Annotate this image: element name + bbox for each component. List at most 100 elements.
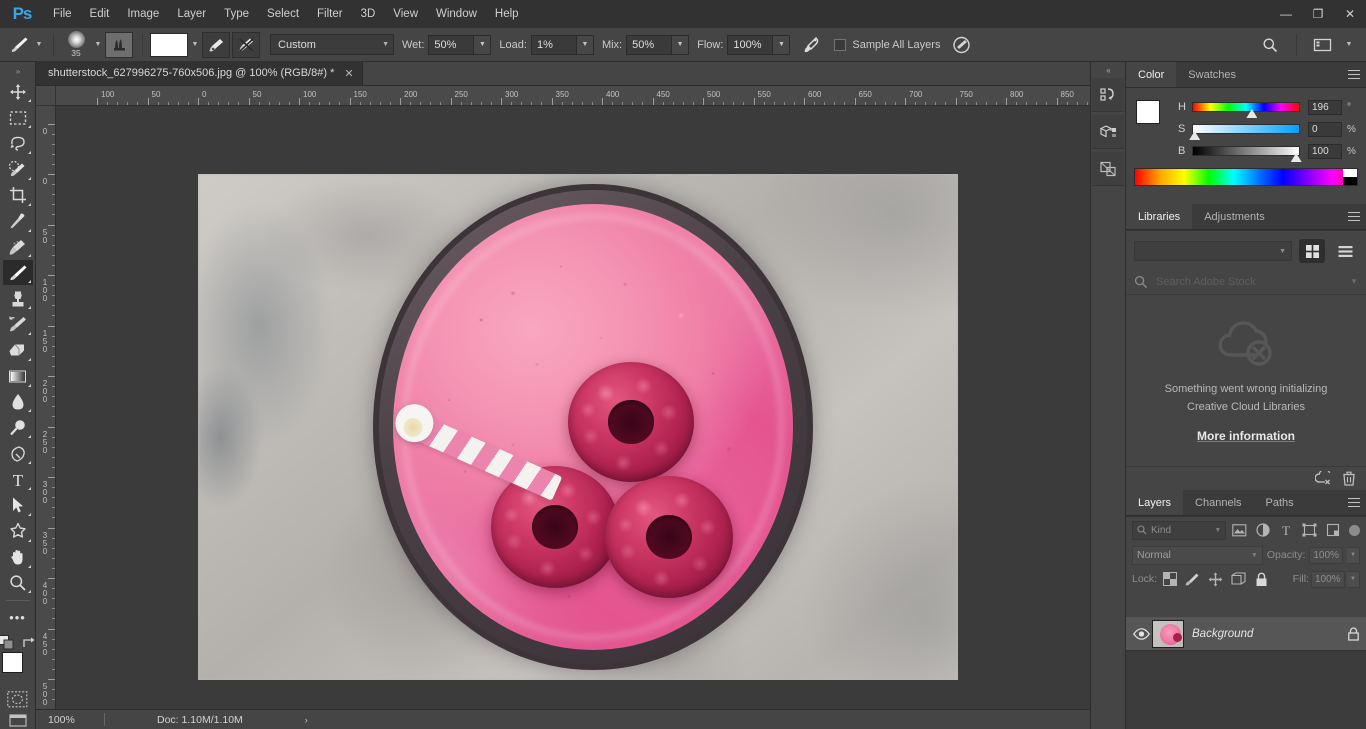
- load-swatch-caret[interactable]: ▼: [188, 34, 202, 56]
- move-tool[interactable]: [3, 79, 33, 104]
- image-viewport[interactable]: [56, 106, 1090, 709]
- toolbar-collapse-handle[interactable]: »: [7, 66, 29, 77]
- menu-layer[interactable]: Layer: [168, 0, 215, 28]
- type-filter-icon[interactable]: T: [1276, 520, 1298, 540]
- brush-settings-icon[interactable]: [105, 31, 133, 58]
- tab-swatches[interactable]: Swatches: [1176, 62, 1248, 87]
- hue-slider[interactable]: [1192, 102, 1300, 118]
- hue-value[interactable]: 196: [1308, 99, 1342, 115]
- more-tools-button[interactable]: •••: [3, 605, 33, 630]
- flow-field[interactable]: 100%: [727, 34, 774, 55]
- workspace-caret[interactable]: ▼: [1342, 34, 1356, 56]
- menu-3d[interactable]: 3D: [352, 0, 385, 28]
- opacity-stepper[interactable]: ▼: [1347, 546, 1360, 564]
- styles-panel-icon[interactable]: [1092, 152, 1124, 186]
- lock-all-icon[interactable]: [1251, 569, 1272, 589]
- lasso-tool[interactable]: [3, 131, 33, 156]
- sample-all-layers-row[interactable]: Sample All Layers: [834, 38, 940, 51]
- blur-tool[interactable]: [3, 390, 33, 415]
- brightness-slider[interactable]: [1192, 146, 1302, 162]
- status-expand-arrow[interactable]: ›: [305, 715, 308, 725]
- properties-panel-icon[interactable]: [1092, 115, 1124, 149]
- layer-locked-icon[interactable]: [1340, 626, 1366, 641]
- default-colors-icon[interactable]: [0, 635, 14, 650]
- fill-stepper[interactable]: ▼: [1347, 570, 1360, 588]
- flow-stepper[interactable]: ▼: [773, 34, 791, 55]
- hand-tool[interactable]: [3, 545, 33, 570]
- delete-icon[interactable]: [1342, 471, 1356, 486]
- layer-list[interactable]: Background: [1126, 617, 1366, 729]
- close-button[interactable]: ✕: [1334, 0, 1366, 28]
- menu-type[interactable]: Type: [215, 0, 258, 28]
- smart-object-filter-icon[interactable]: [1323, 520, 1345, 540]
- menu-edit[interactable]: Edit: [81, 0, 119, 28]
- document-image[interactable]: [198, 174, 958, 680]
- history-brush-tool[interactable]: [3, 312, 33, 337]
- menu-file[interactable]: File: [44, 0, 81, 28]
- grid-view-icon[interactable]: [1299, 239, 1325, 263]
- quick-mask-icon[interactable]: [7, 691, 29, 708]
- adobe-stock-search-input[interactable]: Search Adobe Stock: [1156, 276, 1342, 288]
- brush-size-preview[interactable]: 35: [61, 31, 91, 58]
- lock-artboard-icon[interactable]: [1228, 569, 1249, 589]
- shape-tool[interactable]: [3, 519, 33, 544]
- dodge-tool[interactable]: [3, 415, 33, 440]
- table-row[interactable]: Background: [1126, 617, 1366, 651]
- brightness-value[interactable]: 100: [1308, 143, 1342, 159]
- eyedropper-tool[interactable]: [3, 209, 33, 234]
- wet-stepper[interactable]: ▼: [474, 34, 492, 55]
- tab-color[interactable]: Color: [1126, 62, 1177, 87]
- ruler-corner[interactable]: [36, 86, 56, 106]
- tab-adjustments[interactable]: Adjustments: [1192, 204, 1277, 229]
- fill-field[interactable]: 100%: [1311, 570, 1345, 588]
- color-swatches[interactable]: [1, 652, 34, 685]
- zoom-tool[interactable]: [3, 571, 33, 596]
- tablet-pressure-icon[interactable]: [948, 33, 974, 57]
- opacity-field[interactable]: 100%: [1309, 546, 1344, 564]
- collapse-panels-icon[interactable]: «: [1090, 62, 1126, 78]
- pen-tool[interactable]: [3, 441, 33, 466]
- white-black-swatches[interactable]: [1343, 169, 1357, 185]
- airbrush-icon[interactable]: [798, 33, 824, 57]
- horizontal-ruler[interactable]: 100 50 0 50 100 150 200 250 300 350 400 450 500 550 60…: [56, 86, 1090, 106]
- tab-libraries[interactable]: Libraries: [1126, 204, 1193, 229]
- sync-error-icon[interactable]: [1315, 471, 1332, 486]
- crop-tool[interactable]: [3, 183, 33, 208]
- eraser-tool[interactable]: [3, 338, 33, 363]
- tab-channels[interactable]: Channels: [1183, 490, 1254, 515]
- adobe-stock-search-row[interactable]: Search Adobe Stock ▼: [1126, 269, 1366, 295]
- color-spectrum-bar[interactable]: [1134, 168, 1358, 186]
- brush-preset-caret[interactable]: ▼: [91, 34, 105, 56]
- menu-help[interactable]: Help: [486, 0, 528, 28]
- lock-transparent-pixels-icon[interactable]: [1159, 569, 1180, 589]
- menu-filter[interactable]: Filter: [308, 0, 352, 28]
- color-panel-swatches[interactable]: [1136, 100, 1170, 132]
- layer-name[interactable]: Background: [1192, 628, 1340, 640]
- tab-layers[interactable]: Layers: [1126, 490, 1184, 515]
- menu-select[interactable]: Select: [258, 0, 308, 28]
- layer-visibility-icon[interactable]: [1130, 627, 1152, 640]
- workspace-switcher-icon[interactable]: [1310, 33, 1336, 57]
- maximize-button[interactable]: ❐: [1302, 0, 1334, 28]
- foreground-color-swatch[interactable]: [1, 652, 23, 674]
- rectangular-marquee-tool[interactable]: [3, 105, 33, 130]
- menu-window[interactable]: Window: [427, 0, 486, 28]
- layers-panel-menu-icon[interactable]: [1342, 490, 1366, 515]
- menu-image[interactable]: Image: [118, 0, 168, 28]
- load-field[interactable]: 1%: [530, 34, 577, 55]
- zoom-level-field[interactable]: 100%: [44, 711, 98, 728]
- shape-filter-icon[interactable]: [1299, 520, 1321, 540]
- saturation-value[interactable]: 0: [1308, 121, 1342, 137]
- more-information-link[interactable]: More information: [1197, 429, 1295, 443]
- color-foreground-swatch[interactable]: [1136, 100, 1160, 124]
- list-view-icon[interactable]: [1332, 239, 1358, 263]
- layer-filter-kind-select[interactable]: Kind ▼: [1132, 520, 1227, 540]
- clone-stamp-tool[interactable]: [3, 286, 33, 311]
- lock-image-pixels-icon[interactable]: [1182, 569, 1203, 589]
- menu-view[interactable]: View: [384, 0, 427, 28]
- load-stepper[interactable]: ▼: [576, 34, 594, 55]
- lock-position-icon[interactable]: [1205, 569, 1226, 589]
- quick-selection-tool[interactable]: [3, 157, 33, 182]
- load-brush-icon[interactable]: [202, 31, 230, 58]
- brush-preset-select[interactable]: Custom ▼: [270, 34, 394, 55]
